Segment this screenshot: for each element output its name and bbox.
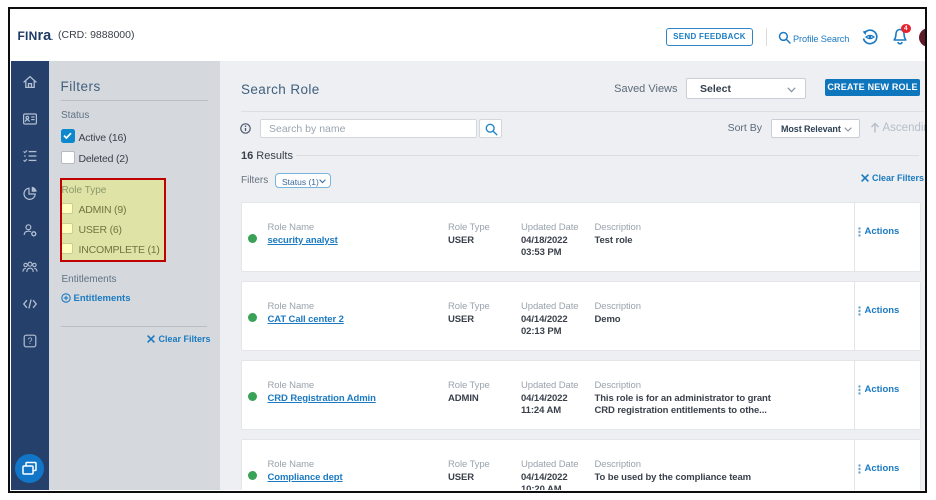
svg-text:?: ?: [27, 336, 32, 346]
